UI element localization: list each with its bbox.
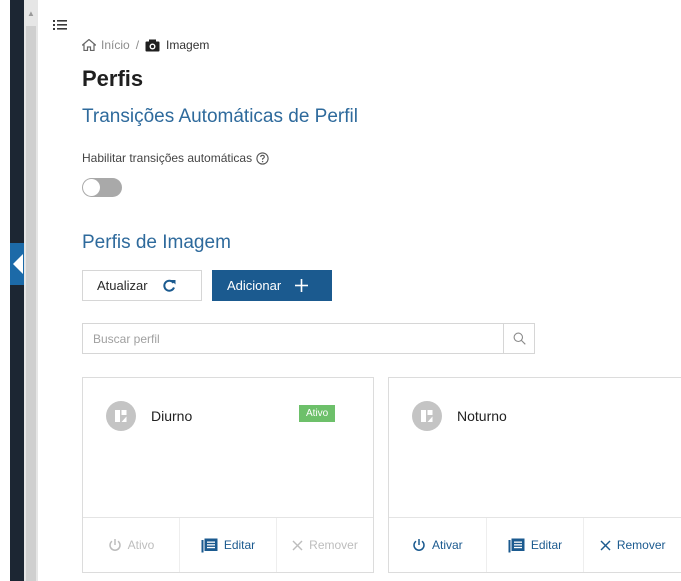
edit-button[interactable]: Editar xyxy=(179,518,276,572)
refresh-button[interactable]: Atualizar xyxy=(82,270,202,301)
chevron-left-icon xyxy=(13,254,23,274)
search-icon xyxy=(513,332,526,345)
power-icon xyxy=(108,538,122,552)
auto-transitions-title: Transições Automáticas de Perfil xyxy=(82,106,358,127)
card-actions: Ativar Editar Remover xyxy=(389,517,681,572)
edit-label: Editar xyxy=(530,538,563,552)
page-title: Perfis xyxy=(82,66,144,91)
auto-transitions-toggle[interactable] xyxy=(82,178,122,197)
remove-button: Remover xyxy=(276,518,373,572)
profile-card: Diurno Ativo Ativo Editar Remover xyxy=(82,377,374,573)
image-profiles-title: Perfis de Imagem xyxy=(82,232,231,253)
scroll-up-arrow-icon[interactable]: ▲ xyxy=(27,10,35,18)
enable-auto-transitions-label: Habilitar transições automáticas xyxy=(82,151,269,165)
edit-list-icon xyxy=(508,538,525,553)
edit-label: Editar xyxy=(223,538,256,552)
plus-icon xyxy=(295,279,309,292)
breadcrumb-current: Imagem xyxy=(166,38,210,52)
remove-button[interactable]: Remover xyxy=(583,518,681,572)
profile-name: Noturno xyxy=(457,408,507,424)
card-actions: Ativo Editar Remover xyxy=(83,517,373,572)
remove-label: Remover xyxy=(309,538,358,552)
breadcrumb-separator: / xyxy=(135,38,140,52)
refresh-button-label: Atualizar xyxy=(97,278,148,293)
profile-image-icon xyxy=(106,401,136,431)
breadcrumb: Início / Imagem xyxy=(82,38,209,52)
profile-image-icon xyxy=(412,401,442,431)
search-button[interactable] xyxy=(503,324,534,353)
help-icon[interactable] xyxy=(256,151,269,165)
left-sidebar xyxy=(10,0,24,581)
profile-card: Noturno Ativar Editar Remover xyxy=(388,377,681,573)
edit-button[interactable]: Editar xyxy=(485,518,584,572)
remove-label: Remover xyxy=(616,538,666,552)
activate-button: Ativo xyxy=(83,518,179,572)
refresh-icon xyxy=(162,279,176,293)
camera-icon xyxy=(145,39,160,52)
status-badge: Ativo xyxy=(299,405,336,422)
enable-auto-transitions-text: Habilitar transições automáticas xyxy=(82,151,253,165)
close-icon xyxy=(292,540,303,551)
search-input[interactable] xyxy=(83,324,505,353)
home-icon[interactable] xyxy=(82,39,96,51)
profile-name: Diurno xyxy=(151,408,193,424)
activate-label: Ativo xyxy=(127,538,155,552)
power-icon xyxy=(412,538,426,552)
add-button-label: Adicionar xyxy=(227,278,282,293)
breadcrumb-home-link[interactable]: Início xyxy=(101,38,130,52)
activate-label: Ativar xyxy=(431,538,463,552)
close-icon xyxy=(600,540,611,551)
toggle-knob xyxy=(83,179,100,196)
edit-list-icon xyxy=(201,538,218,553)
search-box xyxy=(82,323,535,354)
menu-list-icon[interactable] xyxy=(53,18,67,36)
activate-button[interactable]: Ativar xyxy=(389,518,486,572)
add-profile-button[interactable]: Adicionar xyxy=(212,270,332,301)
scrollbar-thumb[interactable] xyxy=(26,26,36,581)
